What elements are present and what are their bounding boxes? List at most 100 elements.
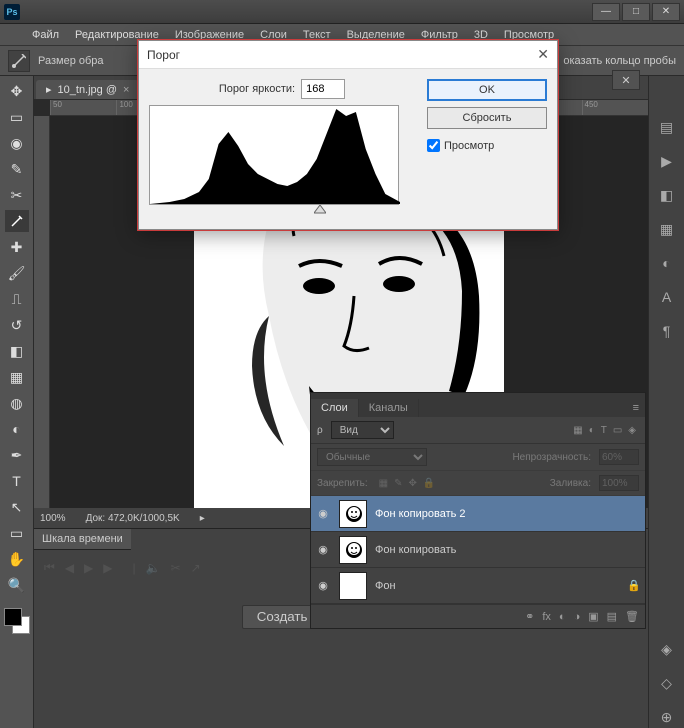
menu-3d[interactable]: 3D (466, 29, 496, 41)
window-maximize-button[interactable]: □ (622, 3, 650, 21)
threshold-input[interactable] (301, 79, 345, 99)
shape-tool[interactable]: ▭ (5, 522, 29, 544)
path-select-tool[interactable]: ↖ (5, 496, 29, 518)
link-icon[interactable]: ⚭ (525, 610, 534, 623)
panel-close-button[interactable]: ✕ (612, 70, 640, 90)
layers-tab[interactable]: Слои (311, 399, 359, 417)
globe-icon[interactable]: ⊕ (656, 706, 678, 728)
adjustments-icon[interactable]: ◐ (656, 252, 678, 274)
pen-tool[interactable]: ✒ (5, 444, 29, 466)
paragraph-icon[interactable]: ¶ (656, 320, 678, 342)
history-icon[interactable]: ▤ (656, 116, 678, 138)
ok-button[interactable]: OK (427, 79, 547, 101)
trash-icon[interactable]: 🗑 (625, 610, 639, 623)
layer-name[interactable]: Фон копировать 2 (375, 508, 466, 520)
adjustment-icon[interactable]: ◑ (574, 611, 581, 623)
cube-icon[interactable]: ◈ (656, 638, 678, 660)
marquee-tool[interactable]: ▭ (5, 106, 29, 128)
layers-panel-footer: ⚭ fx ◐ ◑ ▣ ▤ 🗑 (311, 604, 645, 628)
threshold-slider[interactable] (149, 205, 399, 219)
visibility-icon[interactable]: ◉ (315, 579, 331, 592)
preview-checkbox-row[interactable]: Просмотр (427, 139, 547, 152)
play-icon[interactable]: ▶ (656, 150, 678, 172)
next-frame-icon[interactable]: ▶ (103, 561, 112, 575)
layer-row[interactable]: ◉ Фон копировать (311, 532, 645, 568)
visibility-icon[interactable]: ◉ (315, 507, 331, 520)
menu-view[interactable]: Просмотр (496, 29, 562, 41)
swatches-icon[interactable]: ▦ (656, 218, 678, 240)
mask-icon[interactable]: ◐ (559, 611, 566, 623)
scissors-icon[interactable]: ✂ (171, 561, 181, 575)
dialog-close-button[interactable]: ✕ (537, 46, 549, 63)
zoom-tool[interactable]: 🔍 (5, 574, 29, 596)
document-tab[interactable]: ▸ 10_tn.jpg @ × (36, 80, 139, 99)
layer-row[interactable]: ◉ Фон 🔒 (311, 568, 645, 604)
timeline-tab[interactable]: Шкала времени (34, 529, 131, 550)
speaker-icon[interactable]: 🔈 (146, 561, 161, 575)
color-swatches[interactable] (4, 608, 30, 634)
arrow-icon[interactable]: ↗ (191, 561, 201, 575)
group-icon[interactable]: ▣ (588, 610, 598, 623)
play-icon[interactable]: ▶ (84, 561, 93, 575)
layer-row[interactable]: ◉ Фон копировать 2 (311, 496, 645, 532)
eraser-tool[interactable]: ◧ (5, 340, 29, 362)
active-tool-icon[interactable] (8, 50, 30, 72)
blur-tool[interactable]: ◍ (5, 392, 29, 414)
type-tool[interactable]: T (5, 470, 29, 492)
hand-tool[interactable]: ✋ (5, 548, 29, 570)
history-brush-tool[interactable]: ↺ (5, 314, 29, 336)
layer-thumbnail[interactable] (339, 536, 367, 564)
menu-file[interactable]: Файл (24, 29, 67, 41)
fx-icon[interactable]: fx (542, 611, 551, 623)
stamp-tool[interactable]: ⎍ (5, 288, 29, 310)
opacity-input[interactable] (599, 449, 639, 465)
vertical-ruler (34, 116, 50, 508)
lock-icon: 🔒 (627, 579, 641, 592)
dodge-tool[interactable]: ◐ (5, 418, 29, 440)
eyedropper-tool[interactable] (5, 210, 29, 232)
first-frame-icon[interactable]: ⏮ (44, 560, 55, 575)
crop-tool[interactable]: ✂ (5, 184, 29, 206)
window-minimize-button[interactable]: — (592, 3, 620, 21)
filter-icons[interactable]: ▦◐T▭◈ (570, 425, 639, 436)
layers-icon[interactable]: ◇ (656, 672, 678, 694)
layers-list: ◉ Фон копировать 2 ◉ Фон копировать ◉ Фо… (311, 496, 645, 604)
move-tool[interactable]: ✥ (5, 80, 29, 102)
blend-mode-select[interactable]: Обычные (317, 448, 427, 466)
menu-text[interactable]: Текст (295, 29, 339, 41)
fill-input[interactable] (599, 475, 639, 491)
preview-checkbox[interactable] (427, 139, 440, 152)
slider-thumb-icon[interactable] (314, 205, 326, 217)
window-close-button[interactable]: ✕ (652, 3, 680, 21)
zoom-level[interactable]: 100% (40, 513, 66, 524)
reset-button[interactable]: Сбросить (427, 107, 547, 129)
brush-tool[interactable]: 🖌 (5, 262, 29, 284)
menu-layers[interactable]: Слои (252, 29, 295, 41)
quick-select-tool[interactable]: ✎ (5, 158, 29, 180)
dialog-titlebar[interactable]: Порог ✕ (139, 41, 557, 69)
type-panel-icon[interactable]: A (656, 286, 678, 308)
layer-thumbnail[interactable] (339, 500, 367, 528)
threshold-label: Порог яркости: (219, 83, 295, 95)
options-label-left: Размер обра (38, 55, 104, 67)
menu-edit[interactable]: Редактирование (67, 29, 167, 41)
new-layer-icon[interactable]: ▤ (607, 610, 617, 623)
channels-tab[interactable]: Каналы (359, 399, 419, 417)
prev-frame-icon[interactable]: ◀ (65, 561, 74, 575)
menu-filter[interactable]: Фильтр (413, 29, 466, 41)
foreground-color-swatch[interactable] (4, 608, 22, 626)
close-icon[interactable]: × (123, 84, 129, 96)
menu-select[interactable]: Выделение (339, 29, 413, 41)
layer-kind-select[interactable]: Вид (331, 421, 394, 439)
visibility-icon[interactable]: ◉ (315, 543, 331, 556)
gradient-tool[interactable]: ▦ (5, 366, 29, 388)
layer-thumbnail[interactable] (339, 572, 367, 600)
lasso-tool[interactable]: ◉ (5, 132, 29, 154)
document-info: Док: 472,0K/1000,5K (86, 513, 180, 524)
layer-name[interactable]: Фон (375, 580, 396, 592)
menu-image[interactable]: Изображение (167, 29, 252, 41)
panel-menu-icon[interactable]: ≡ (627, 399, 645, 417)
healing-tool[interactable]: ✚ (5, 236, 29, 258)
layer-name[interactable]: Фон копировать (375, 544, 456, 556)
color-icon[interactable]: ◧ (656, 184, 678, 206)
